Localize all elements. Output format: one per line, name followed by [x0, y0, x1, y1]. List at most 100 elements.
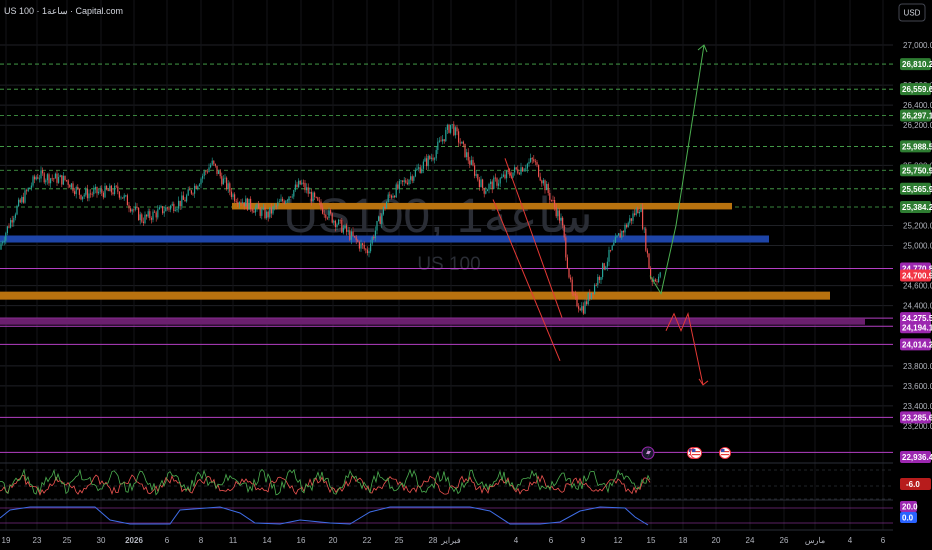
- candle-body: [526, 163, 528, 169]
- candle-body: [11, 220, 13, 223]
- candle-body: [219, 171, 221, 177]
- price-tag: 26,559.6: [900, 83, 932, 96]
- candle-body: [530, 158, 532, 162]
- candle-body: [296, 184, 298, 188]
- candle-body: [309, 191, 311, 194]
- candle-body: [29, 187, 31, 189]
- candle-body: [107, 189, 109, 192]
- candle-body: [24, 190, 26, 203]
- candle-body: [277, 202, 279, 207]
- candle-body: [387, 194, 389, 202]
- candle-body: [256, 204, 258, 208]
- candle-body: [538, 164, 540, 177]
- candle-body: [213, 160, 215, 164]
- candle-body: [141, 214, 143, 222]
- candle-body: [230, 191, 232, 197]
- candle-body: [251, 209, 253, 212]
- candle-body: [424, 158, 426, 162]
- candle-body: [48, 174, 50, 184]
- candle-body: [626, 224, 628, 228]
- price-tag: 25,384.2: [900, 201, 932, 214]
- orange-zone-lower: [0, 291, 830, 300]
- candle-body: [37, 177, 39, 179]
- candle-body: [368, 251, 370, 254]
- candle-body: [357, 240, 359, 242]
- candle-body: [94, 186, 96, 190]
- candle-body: [437, 141, 439, 151]
- price-tag: 23,285.6: [900, 411, 932, 424]
- candle-body: [298, 180, 300, 188]
- lightning-event-icon[interactable]: [641, 446, 655, 460]
- candle-body: [355, 236, 357, 241]
- candle-body: [163, 211, 165, 214]
- currency-button[interactable]: USD: [898, 3, 926, 22]
- x-tick-label: 25: [395, 536, 404, 545]
- candle-body: [122, 197, 124, 199]
- candle-body: [525, 168, 527, 170]
- candle-body: [19, 199, 21, 203]
- candle-body: [475, 174, 477, 176]
- candle-body: [133, 209, 135, 211]
- candle-body: [427, 155, 429, 167]
- candle-body: [198, 184, 200, 187]
- x-tick-label: 15: [647, 536, 656, 545]
- purple-zone: [0, 318, 865, 325]
- y-tick-label: 25,000.0: [903, 242, 932, 251]
- candle-body: [192, 193, 194, 195]
- candle-body: [170, 205, 172, 210]
- candle-body: [314, 192, 316, 197]
- candle-body: [328, 210, 330, 219]
- candle-body: [429, 155, 431, 159]
- candle-body: [102, 192, 104, 198]
- candle-body: [325, 214, 327, 218]
- candle-body: [208, 167, 210, 172]
- candle-body: [14, 214, 16, 218]
- candle-body: [619, 233, 621, 238]
- candle-body: [366, 249, 368, 254]
- candle-body: [472, 160, 474, 166]
- candle-body: [518, 173, 520, 175]
- candle-body: [294, 184, 296, 191]
- candle-body: [640, 207, 642, 212]
- candle-body: [136, 206, 138, 208]
- candle-body: [454, 127, 456, 136]
- candle-body: [621, 230, 623, 238]
- candle-body: [242, 202, 244, 204]
- candle-body: [152, 211, 154, 220]
- us-flag-event-icon[interactable]: [690, 447, 702, 459]
- candle-body: [264, 207, 266, 219]
- candle-body: [648, 253, 650, 269]
- candle-body: [488, 184, 490, 190]
- candle-body: [301, 182, 303, 185]
- candle-body: [194, 185, 196, 194]
- candle-body: [160, 206, 162, 208]
- candle-body: [432, 157, 434, 160]
- candle-body: [512, 172, 514, 178]
- us-flag-event-icon[interactable]: [719, 447, 731, 459]
- candle-body: [238, 202, 240, 205]
- candle-body: [240, 202, 242, 204]
- candle-body: [40, 170, 42, 179]
- candle-body: [408, 179, 410, 185]
- candle-body: [30, 185, 32, 188]
- y-tick-label: 26,400.0: [903, 101, 932, 110]
- candle-body: [563, 225, 565, 238]
- x-tick-label: 30: [97, 536, 106, 545]
- candle-body: [77, 186, 79, 189]
- candle-body: [232, 194, 234, 197]
- x-tick-label: 23: [33, 536, 42, 545]
- candle-body: [275, 205, 277, 207]
- candle-body: [493, 177, 495, 190]
- candle-body: [245, 198, 247, 207]
- candle-body: [474, 165, 476, 176]
- trading-chart[interactable]: US100, 1ساعة US 100 27,000.026,600.026,4…: [0, 0, 932, 550]
- candle-body: [5, 233, 7, 241]
- candle-body: [478, 179, 480, 188]
- candle-body: [56, 173, 58, 183]
- candle-body: [430, 157, 432, 159]
- candle-body: [186, 195, 188, 202]
- candle-body: [624, 224, 626, 233]
- x-tick-label: 24: [746, 536, 755, 545]
- candle-body: [450, 124, 452, 133]
- candle-body: [498, 183, 500, 186]
